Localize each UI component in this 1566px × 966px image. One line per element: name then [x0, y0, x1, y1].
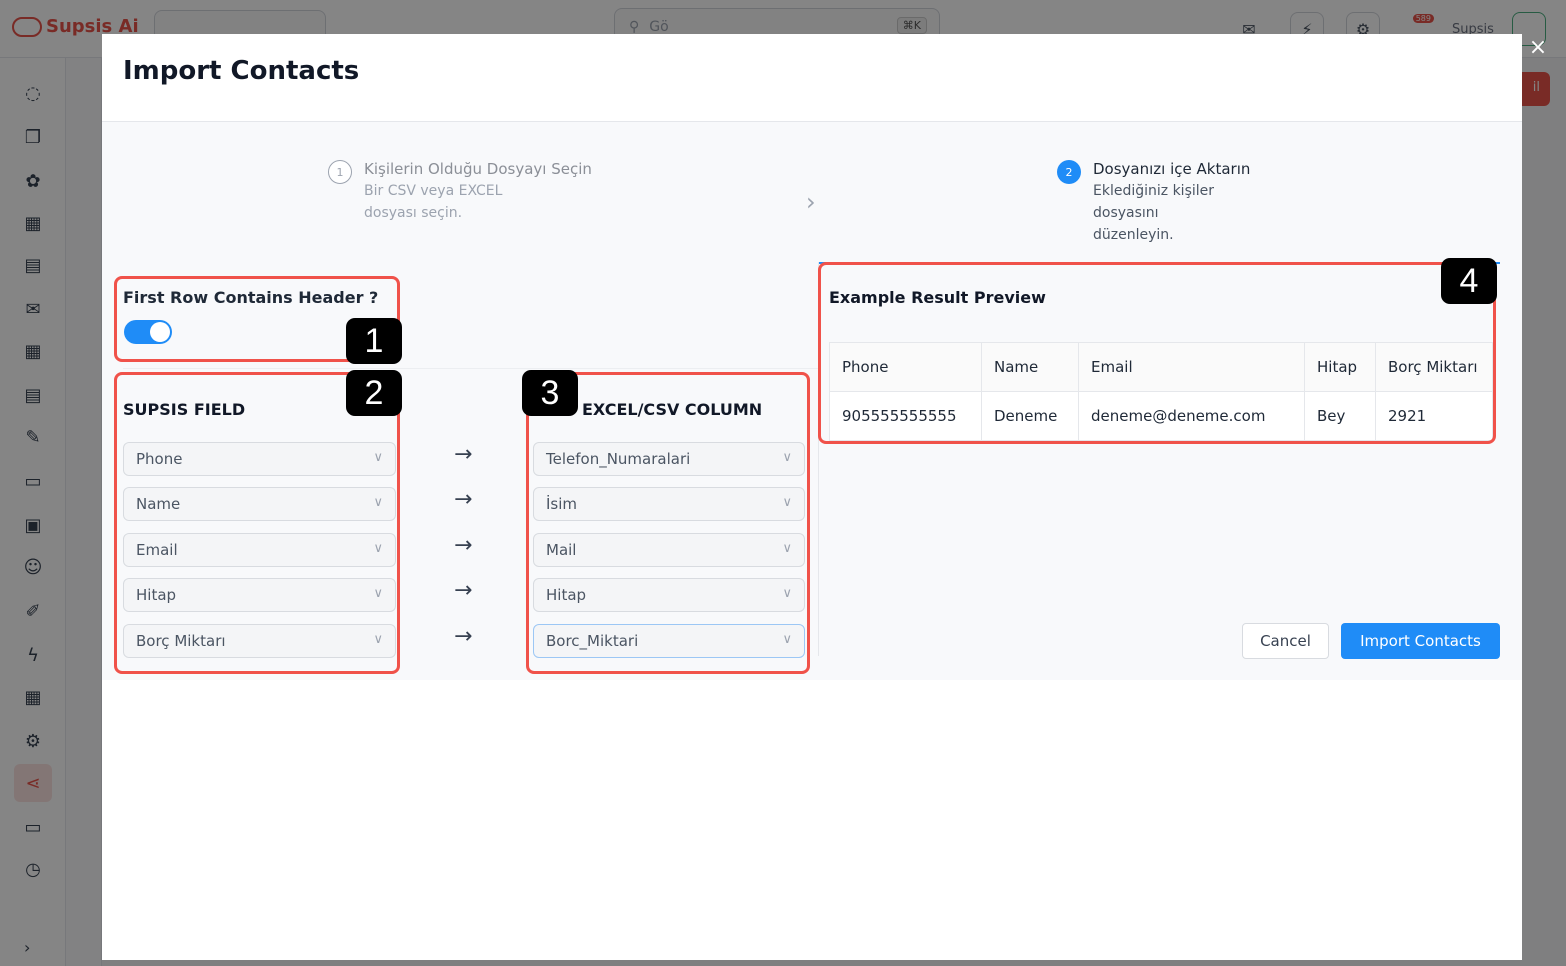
close-icon[interactable]: × [1526, 36, 1550, 60]
step-title: Kişilerin Olduğu Dosyayı Seçin [364, 160, 592, 178]
step-select-file[interactable]: 1 Kişilerin Olduğu Dosyayı Seçin Bir CSV… [328, 160, 592, 224]
arrow-right-icon: → [454, 624, 473, 649]
step-number: 2 [1057, 160, 1081, 184]
annotation-badge-4: 4 [1441, 258, 1497, 304]
arrow-right-icon: → [454, 533, 473, 558]
arrow-right-icon: → [454, 578, 473, 603]
annotation-box-2 [114, 372, 400, 674]
divider [123, 368, 818, 369]
chevron-right-icon: › [806, 188, 816, 216]
annotation-box-4 [818, 262, 1496, 444]
annotation-badge-3: 3 [522, 370, 578, 416]
step-number: 1 [328, 160, 352, 184]
annotation-badge-1: 1 [346, 318, 402, 364]
step-description: Eklediğiniz kişiler dosyasını düzenleyin… [1093, 183, 1215, 243]
step-description: Bir CSV veya EXCEL dosyası seçin. [364, 183, 503, 221]
modal-title: Import Contacts [123, 56, 360, 86]
import-contacts-button[interactable]: Import Contacts [1341, 623, 1500, 659]
cancel-button[interactable]: Cancel [1242, 623, 1329, 659]
annotation-box-3 [526, 372, 810, 674]
step-import-file[interactable]: 2 Dosyanızı içe Aktarın Eklediğiniz kişi… [1057, 160, 1250, 246]
arrow-right-icon: → [454, 487, 473, 512]
annotation-badge-2: 2 [346, 370, 402, 416]
modal-header: Import Contacts [102, 34, 1522, 122]
arrow-right-icon: → [454, 442, 473, 467]
step-title: Dosyanızı içe Aktarın [1093, 160, 1251, 178]
